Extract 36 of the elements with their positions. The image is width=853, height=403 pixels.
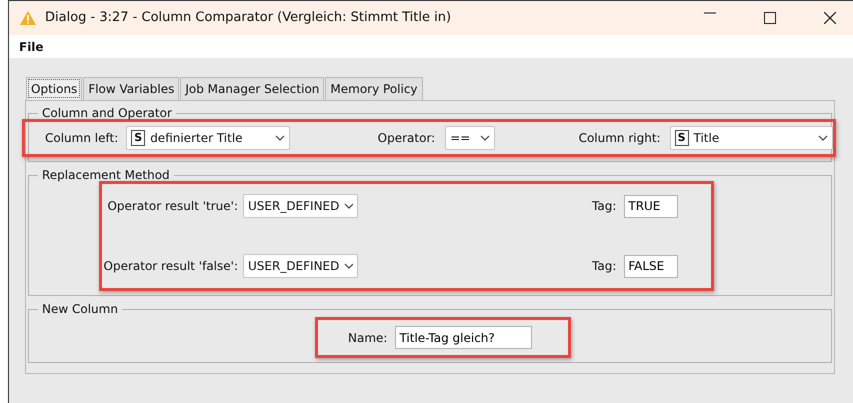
type-badge: S bbox=[674, 130, 689, 146]
caret-icon bbox=[274, 135, 285, 141]
maximize-icon[interactable] bbox=[764, 12, 776, 24]
dropdown[interactable]: == bbox=[445, 126, 495, 150]
tab[interactable]: Job Manager Selection bbox=[180, 77, 324, 100]
type-badge: S bbox=[131, 130, 146, 146]
tab[interactable]: Memory Policy bbox=[325, 77, 423, 100]
field-label: Operator result 'true': bbox=[106, 198, 238, 215]
text-field[interactable]: TRUE bbox=[624, 194, 678, 218]
tab[interactable]: Options bbox=[26, 77, 82, 100]
caret-icon bbox=[818, 135, 828, 141]
text-field[interactable]: FALSE bbox=[624, 254, 678, 278]
group-title: Column and Operator bbox=[41, 107, 173, 119]
close-icon[interactable] bbox=[824, 12, 836, 24]
minimize-icon[interactable] bbox=[704, 12, 716, 14]
warning-icon bbox=[19, 10, 37, 26]
field-label: Tag: bbox=[592, 258, 616, 275]
text-field[interactable]: Title-Tag gleich? bbox=[395, 326, 532, 349]
menu-item[interactable]: File bbox=[19, 38, 44, 56]
window-title: Dialog - 3:27 - Column Comparator (Vergleich: Stimmt Title in) bbox=[45, 9, 452, 28]
field-label: Tag: bbox=[592, 198, 616, 215]
dropdown[interactable]: USER_DEFINED bbox=[243, 194, 358, 218]
group-title: New Column bbox=[41, 303, 119, 315]
field-label: Operator: bbox=[378, 130, 436, 147]
dropdown[interactable]: USER_DEFINED bbox=[243, 254, 358, 278]
field-label: Column left: bbox=[45, 130, 118, 147]
caret-icon bbox=[344, 263, 353, 269]
field-label: Name: bbox=[348, 330, 388, 346]
field-label: Column right: bbox=[578, 130, 661, 147]
caret-icon bbox=[344, 203, 353, 209]
caret-icon bbox=[480, 135, 490, 141]
dropdown[interactable]: S definierter Title bbox=[126, 126, 290, 150]
group-title: Replacement Method bbox=[41, 169, 171, 181]
field-label: Operator result 'false': bbox=[102, 258, 238, 275]
tab[interactable]: Flow Variables bbox=[83, 77, 180, 100]
dropdown[interactable]: S Title bbox=[670, 126, 833, 150]
